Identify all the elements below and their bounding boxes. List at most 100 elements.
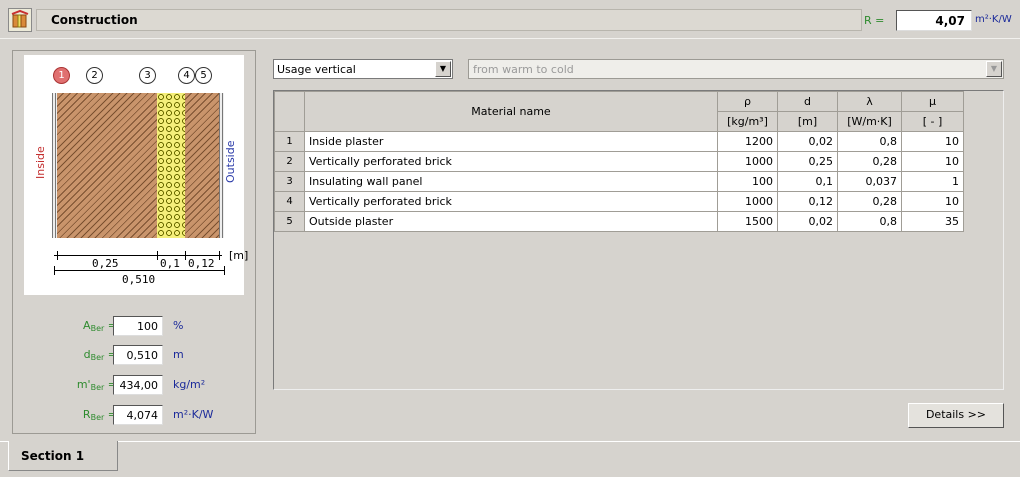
lambda-cell[interactable]: 0,037 [837, 171, 902, 192]
r-ber-field[interactable]: 4,074 [113, 405, 163, 425]
mu-cell[interactable]: 10 [901, 131, 964, 152]
d-cell[interactable]: 0,02 [777, 211, 838, 232]
layer-marker-3[interactable]: 3 [139, 67, 156, 84]
material-table: Material name ρ d λ μ [kg/m³] [m] [W/m·K… [274, 91, 964, 232]
lambda-cell[interactable]: 0,8 [837, 211, 902, 232]
title-field: Construction [36, 9, 862, 31]
row-index[interactable]: 4 [274, 191, 305, 212]
d-cell[interactable]: 0,1 [777, 171, 838, 192]
param-d-ber: dBer = 0,510 m [13, 345, 257, 365]
chevron-down-icon[interactable]: ▼ [986, 61, 1002, 77]
mu-cell[interactable]: 10 [901, 151, 964, 172]
d-cell[interactable]: 0,02 [777, 131, 838, 152]
column-unit-mu: [ - ] [901, 111, 964, 132]
dim-unit: [m] [229, 249, 249, 262]
lambda-cell[interactable]: 0,28 [837, 191, 902, 212]
material-name-cell[interactable]: Outside plaster [304, 211, 718, 232]
column-header-mu[interactable]: μ [901, 91, 964, 112]
outside-label: Outside [224, 140, 237, 183]
r-value-field[interactable]: 4,07 [896, 10, 972, 31]
material-name-cell[interactable]: Insulating wall panel [304, 171, 718, 192]
r-label: R = [864, 14, 885, 27]
direction-select[interactable]: from warm to cold ▼ [468, 59, 1004, 79]
param-label-main: d [83, 348, 91, 361]
param-label-sub: Ber [90, 383, 105, 392]
param-label-sub: Ber [90, 353, 105, 362]
table-row[interactable]: 4 Vertically perforated brick 1000 0,12 … [274, 191, 964, 212]
row-index[interactable]: 3 [274, 171, 305, 192]
header-divider [0, 38, 1020, 39]
inside-label: Inside [34, 146, 47, 179]
column-header-lambda[interactable]: λ [837, 91, 902, 112]
param-label-main: R [82, 408, 91, 421]
material-name-cell[interactable]: Vertically perforated brick [304, 151, 718, 172]
a-ber-field[interactable]: 100 [113, 316, 163, 336]
layer-insulation[interactable] [157, 93, 185, 238]
lambda-cell[interactable]: 0,28 [837, 151, 902, 172]
row-index[interactable]: 1 [274, 131, 305, 152]
d-cell[interactable]: 0,12 [777, 191, 838, 212]
dim-value-1: 0,25 [92, 257, 119, 270]
param-unit-m-ber: kg/m² [173, 378, 206, 391]
layer-marker-1[interactable]: 1 [53, 67, 70, 84]
layer-marker-4[interactable]: 4 [178, 67, 195, 84]
title-bar: Construction R = 4,07 m²·K/W [8, 8, 1013, 33]
lambda-cell[interactable]: 0,8 [837, 131, 902, 152]
mu-cell[interactable]: 10 [901, 191, 964, 212]
table-row[interactable]: 2 Vertically perforated brick 1000 0,25 … [274, 151, 964, 172]
column-header-d[interactable]: d [777, 91, 838, 112]
wall-diagram: 1 2 3 4 5 Inside Outside 0,25 0,1 0,12 [… [24, 55, 248, 295]
dim-tick [157, 251, 158, 260]
row-index[interactable]: 5 [274, 211, 305, 232]
material-grid[interactable]: Material name ρ d λ μ [kg/m³] [m] [W/m·K… [273, 90, 1004, 390]
page-title: Construction [51, 13, 138, 27]
column-unit-lambda: [W/m·K] [837, 111, 902, 132]
layer-brick-2[interactable] [185, 93, 219, 238]
param-label-sub: Ber [90, 324, 105, 333]
param-m-ber: m'Ber = 434,00 kg/m² [13, 375, 257, 395]
usage-select[interactable]: Usage vertical ▼ [273, 59, 453, 79]
rho-cell[interactable]: 1500 [717, 211, 778, 232]
rho-cell[interactable]: 1200 [717, 131, 778, 152]
material-name-cell[interactable]: Inside plaster [304, 131, 718, 152]
details-button[interactable]: Details >> [908, 403, 1004, 428]
mu-cell[interactable]: 1 [901, 171, 964, 192]
tab-section-1[interactable]: Section 1 [8, 441, 118, 471]
table-row[interactable]: 1 Inside plaster 1200 0,02 0,8 10 [274, 131, 964, 152]
construction-icon[interactable] [8, 8, 32, 32]
param-label-r-ber: RBer = [83, 408, 117, 422]
layer-outside-plaster[interactable] [219, 93, 224, 238]
layer-panel: 1 2 3 4 5 Inside Outside 0,25 0,1 0,12 [… [12, 50, 256, 434]
param-label-sub: Ber [90, 413, 105, 422]
column-header-material-name[interactable]: Material name [304, 91, 718, 132]
column-unit-rho: [kg/m³] [717, 111, 778, 132]
rho-cell[interactable]: 100 [717, 171, 778, 192]
param-unit-r-ber: m²·K/W [173, 408, 214, 421]
d-ber-field[interactable]: 0,510 [113, 345, 163, 365]
row-index[interactable]: 2 [274, 151, 305, 172]
rho-cell[interactable]: 1000 [717, 191, 778, 212]
dim-tick [219, 251, 220, 260]
chevron-down-icon[interactable]: ▼ [435, 61, 451, 77]
m-ber-field[interactable]: 434,00 [113, 375, 163, 395]
table-row[interactable]: 3 Insulating wall panel 100 0,1 0,037 1 [274, 171, 964, 192]
layer-marker-2[interactable]: 2 [86, 67, 103, 84]
layer-brick-1[interactable] [57, 93, 157, 238]
material-name-cell[interactable]: Vertically perforated brick [304, 191, 718, 212]
dim-value-3: 0,12 [188, 257, 215, 270]
r-unit: m²·K/W [975, 14, 1012, 25]
dim-value-2: 0,1 [160, 257, 180, 270]
param-label-main: A [83, 319, 91, 332]
row-header-corner [274, 91, 305, 132]
param-label-m-ber: m'Ber = [77, 378, 117, 392]
d-cell[interactable]: 0,25 [777, 151, 838, 172]
layer-marker-5[interactable]: 5 [195, 67, 212, 84]
column-header-rho[interactable]: ρ [717, 91, 778, 112]
dim-tick [185, 251, 186, 260]
table-row[interactable]: 5 Outside plaster 1500 0,02 0,8 35 [274, 211, 964, 232]
param-label-main: m' [76, 378, 91, 391]
param-a-ber: ABer = 100 % [13, 316, 257, 336]
rho-cell[interactable]: 1000 [717, 151, 778, 172]
mu-cell[interactable]: 35 [901, 211, 964, 232]
dim-tick [54, 266, 55, 275]
